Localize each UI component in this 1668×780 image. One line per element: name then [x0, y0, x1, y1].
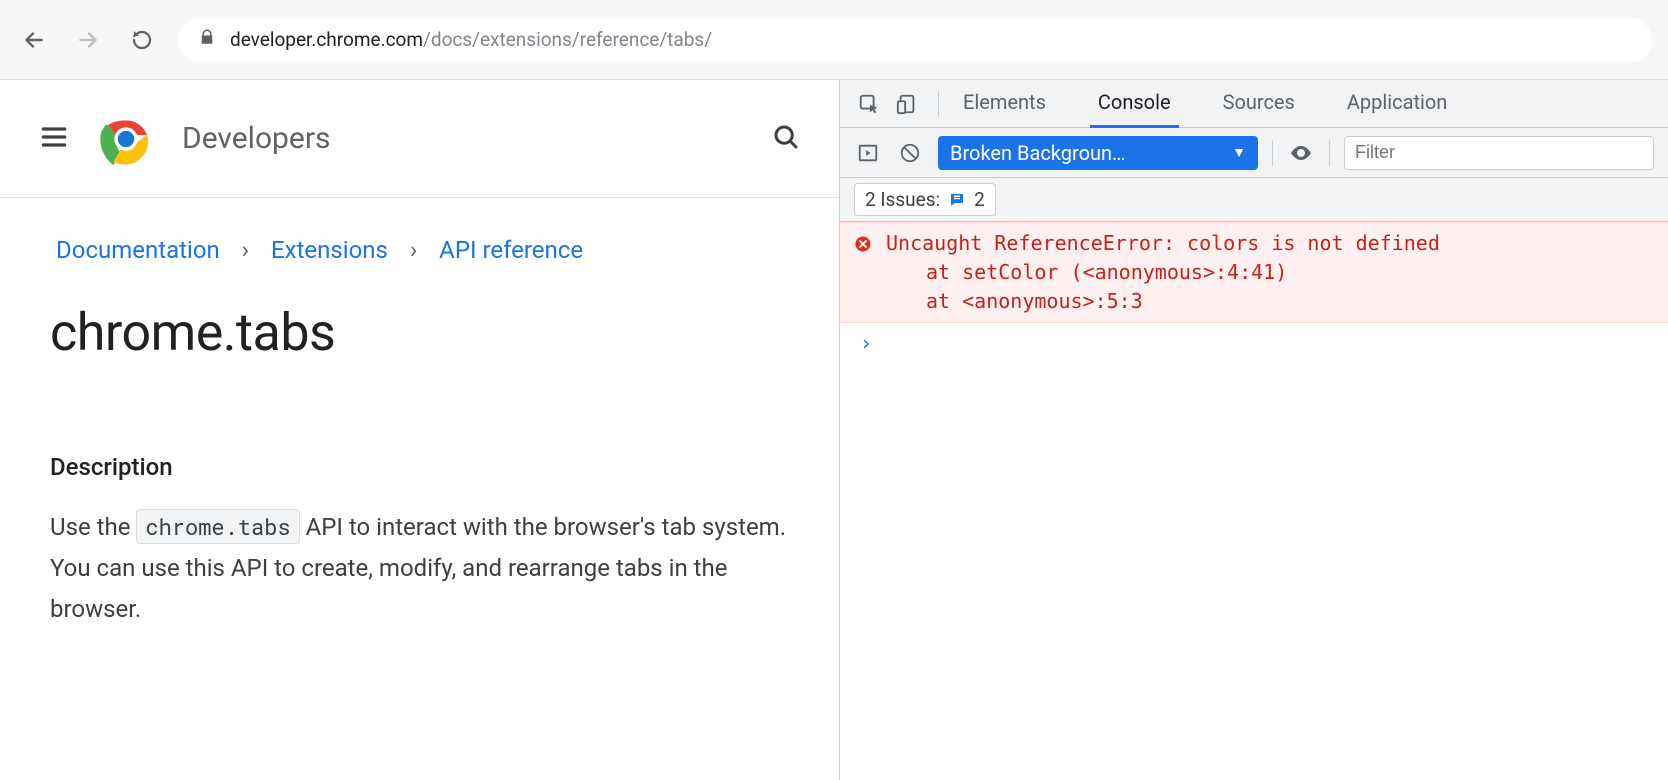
chevron-right-icon: › — [410, 236, 417, 264]
inspect-icon — [858, 93, 880, 115]
separator — [938, 91, 939, 117]
eye-icon — [1289, 141, 1313, 165]
browser-toolbar: developer.chrome.com/docs/extensions/ref… — [0, 0, 1668, 80]
forward-button[interactable] — [70, 22, 106, 58]
breadcrumb-link[interactable]: Extensions — [271, 236, 388, 264]
back-button[interactable] — [16, 22, 52, 58]
tab-console[interactable]: Console — [1090, 80, 1179, 128]
menu-button[interactable] — [38, 121, 70, 157]
inline-code: chrome.tabs — [136, 509, 299, 544]
device-icon — [896, 93, 918, 115]
sidebar-icon — [857, 142, 879, 164]
page-title: chrome.tabs — [0, 264, 839, 363]
error-text: Uncaught ReferenceError: colors is not d… — [886, 229, 1440, 316]
site-title: Developers — [182, 121, 743, 156]
console-toolbar: Broken Backgroun… ▼ — [840, 128, 1668, 178]
prompt-chevron-icon: › — [860, 331, 872, 355]
address-bar[interactable]: developer.chrome.com/docs/extensions/ref… — [178, 18, 1652, 62]
issues-row: 2 Issues: 2 — [840, 178, 1668, 222]
url-text: developer.chrome.com/docs/extensions/ref… — [230, 28, 712, 51]
tab-elements[interactable]: Elements — [955, 80, 1054, 128]
live-expression-button[interactable] — [1287, 139, 1315, 167]
devtools-panel: Elements Console Sources Application Bro… — [840, 80, 1668, 780]
tab-sources[interactable]: Sources — [1215, 80, 1303, 128]
issues-label: 2 Issues: — [865, 188, 940, 211]
error-icon — [854, 232, 872, 316]
clear-console-button[interactable] — [896, 139, 924, 167]
message-icon — [948, 191, 966, 209]
reload-icon — [130, 28, 154, 52]
context-selector-label: Broken Backgroun… — [950, 141, 1125, 165]
console-input[interactable]: › — [840, 323, 1668, 363]
filter-input[interactable] — [1344, 136, 1654, 170]
console-sidebar-toggle[interactable] — [854, 139, 882, 167]
search-button[interactable] — [771, 122, 801, 156]
console-error-message[interactable]: Uncaught ReferenceError: colors is not d… — [840, 222, 1668, 323]
separator — [1272, 140, 1273, 166]
chevron-right-icon: › — [242, 236, 249, 264]
context-selector[interactable]: Broken Backgroun… ▼ — [938, 136, 1258, 170]
reload-button[interactable] — [124, 22, 160, 58]
hamburger-icon — [38, 121, 70, 153]
page-content: Developers Documentation › Extensions › … — [0, 80, 840, 780]
separator — [1329, 140, 1330, 166]
breadcrumb: Documentation › Extensions › API referen… — [0, 198, 839, 264]
search-icon — [771, 122, 801, 152]
chrome-logo — [98, 111, 154, 167]
device-mode-button[interactable] — [892, 89, 922, 119]
breadcrumb-link[interactable]: Documentation — [56, 236, 220, 264]
description-section: Description Use the chrome.tabs API to i… — [0, 363, 839, 629]
description-body: Use the chrome.tabs API to interact with… — [50, 507, 789, 629]
site-header: Developers — [0, 80, 839, 198]
breadcrumb-link[interactable]: API reference — [439, 236, 583, 264]
issues-count: 2 — [974, 188, 985, 211]
tab-application[interactable]: Application — [1339, 80, 1455, 128]
inspect-element-button[interactable] — [854, 89, 884, 119]
description-heading: Description — [50, 453, 789, 481]
clear-icon — [899, 142, 921, 164]
lock-icon — [198, 28, 216, 51]
devtools-tabs: Elements Console Sources Application — [840, 80, 1668, 128]
chevron-down-icon: ▼ — [1232, 144, 1246, 161]
console-output: Uncaught ReferenceError: colors is not d… — [840, 222, 1668, 780]
arrow-left-icon — [21, 27, 47, 53]
issues-badge[interactable]: 2 Issues: 2 — [854, 183, 996, 216]
arrow-right-icon — [75, 27, 101, 53]
